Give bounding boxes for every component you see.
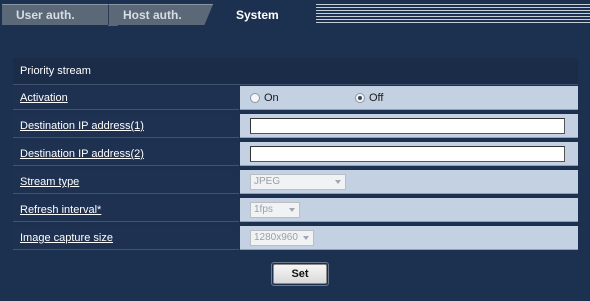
stream-type-row: Stream type JPEG <box>13 170 578 194</box>
set-button[interactable]: Set <box>271 262 329 286</box>
destination-ip-1-row: Destination IP address(1) <box>13 114 578 138</box>
destination-ip-1-input[interactable] <box>250 118 565 134</box>
priority-stream-header: Priority stream <box>13 58 578 85</box>
tab-user-auth[interactable]: User auth. <box>2 4 118 26</box>
destination-ip-1-label[interactable]: Destination IP address(1) <box>20 120 144 132</box>
destination-ip-2-label[interactable]: Destination IP address(2) <box>20 148 144 160</box>
radio-checked-icon <box>355 93 365 103</box>
tab-bar: User auth. Host auth. System <box>0 0 590 26</box>
stream-type-label[interactable]: Stream type <box>20 176 79 188</box>
activation-off-radio[interactable]: Off <box>355 92 383 104</box>
destination-ip-2-input[interactable] <box>250 146 565 162</box>
refresh-interval-label[interactable]: Refresh interval* <box>20 204 101 216</box>
refresh-interval-value: 1fps <box>254 204 273 215</box>
dropdown-arrow-icon <box>303 236 309 240</box>
activation-on-radio[interactable]: On <box>250 92 279 104</box>
image-capture-size-label[interactable]: Image capture size <box>20 232 113 244</box>
dropdown-arrow-icon <box>289 208 295 212</box>
tab-system[interactable]: System <box>214 2 310 26</box>
activation-off-label: Off <box>369 92 384 104</box>
stream-type-select[interactable]: JPEG <box>250 174 346 190</box>
stream-type-value: JPEG <box>254 176 281 187</box>
refresh-interval-select[interactable]: 1fps <box>250 202 300 218</box>
tab-host-auth[interactable]: Host auth. <box>108 4 224 26</box>
image-capture-size-row: Image capture size 1280x960 <box>13 226 578 250</box>
refresh-interval-row: Refresh interval* 1fps <box>13 198 578 222</box>
radio-unchecked-icon <box>250 93 260 103</box>
dropdown-arrow-icon <box>335 180 341 184</box>
activation-row: Activation On Off <box>13 86 578 110</box>
tab-bar-filler <box>308 4 590 24</box>
activation-on-label: On <box>264 92 279 104</box>
image-capture-size-select[interactable]: 1280x960 <box>250 230 314 246</box>
activation-label[interactable]: Activation <box>20 92 68 104</box>
image-capture-size-value: 1280x960 <box>254 232 298 243</box>
destination-ip-2-row: Destination IP address(2) <box>13 142 578 166</box>
